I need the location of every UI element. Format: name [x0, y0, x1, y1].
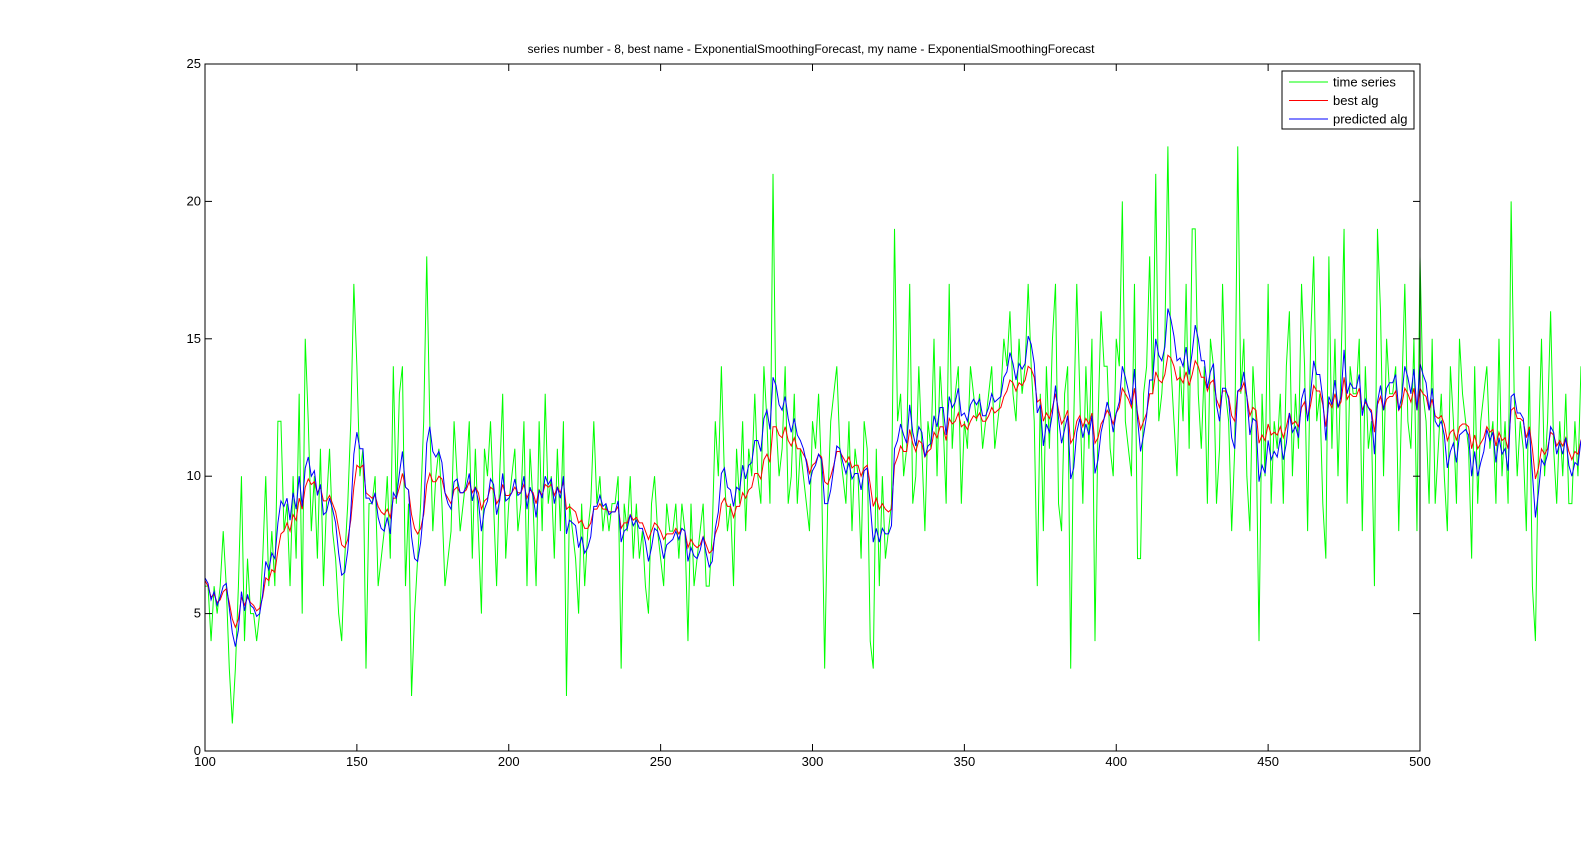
x-tick-label: 450 — [1257, 754, 1279, 769]
x-tick-label: 350 — [954, 754, 976, 769]
y-tick-label: 15 — [187, 331, 201, 346]
x-tick-label: 200 — [498, 754, 520, 769]
legend: time series best alg predicted alg — [1281, 70, 1415, 130]
y-tick-label: 5 — [194, 606, 201, 621]
legend-label-predicted-alg: predicted alg — [1333, 112, 1407, 127]
legend-label-best-alg: best alg — [1333, 93, 1379, 108]
x-tick-label: 500 — [1409, 754, 1431, 769]
chart-title: series number - 8, best name - Exponenti… — [528, 42, 1096, 56]
x-tick-label: 300 — [802, 754, 824, 769]
legend-label-time-series: time series — [1333, 75, 1396, 90]
y-tick-label: 10 — [187, 468, 201, 483]
x-tick-label: 150 — [346, 754, 368, 769]
y-tick-label: 25 — [187, 56, 201, 71]
chart-figure: series number - 8, best name - Exponenti… — [0, 0, 1581, 850]
y-tick-label: 20 — [187, 193, 201, 208]
x-tick-label: 400 — [1105, 754, 1127, 769]
y-tick-label: 0 — [194, 743, 201, 758]
x-tick-label: 250 — [650, 754, 672, 769]
